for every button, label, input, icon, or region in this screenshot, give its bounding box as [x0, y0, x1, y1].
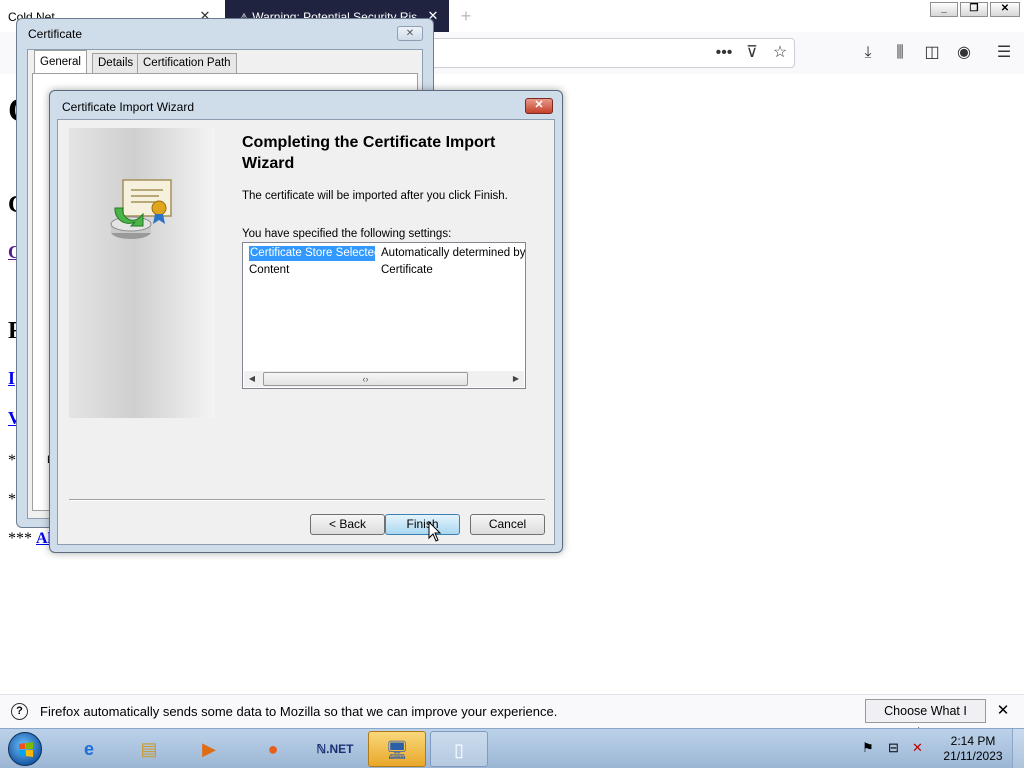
wizard-heading: Completing the Certificate Import Wizard — [242, 134, 496, 172]
document-icon[interactable]: ▯ — [430, 731, 488, 767]
certificate-close-button[interactable]: ✕ — [397, 26, 423, 41]
page-bullet-2: * — [8, 491, 16, 508]
clock-time: 2:14 PM — [950, 734, 996, 748]
account-icon[interactable]: ◉ — [950, 39, 978, 67]
windows-logo-icon — [19, 742, 33, 757]
settings-row-content-key[interactable]: Content — [249, 263, 289, 278]
certificate-dialog-title: Certificate — [28, 27, 83, 41]
cancel-button[interactable]: Cancel — [470, 514, 545, 535]
help-icon: ? — [11, 703, 28, 720]
settings-list[interactable]: Certificate Store Selected Automatically… — [242, 242, 526, 389]
finish-button[interactable]: Finish — [385, 514, 460, 535]
clock[interactable]: 2:14 PM 21/11/2023 — [938, 734, 1008, 764]
sidebar-icon[interactable]: ◫ — [918, 39, 946, 67]
tab-certification-path[interactable]: Certification Path — [137, 53, 237, 73]
horizontal-scrollbar[interactable]: ◀ ‹› ▶ — [244, 371, 524, 387]
dotnet-icon[interactable]: ℕ.NET — [306, 731, 364, 767]
wizard-intro-text: The certificate will be imported after y… — [242, 190, 508, 202]
clock-date: 21/11/2023 — [943, 749, 1003, 763]
wizard-title: Certificate Import Wizard — [62, 100, 195, 114]
wizard-divider — [69, 499, 545, 501]
scroll-left-icon[interactable]: ◀ — [246, 373, 258, 385]
network-icon[interactable]: ⊟ — [888, 740, 899, 756]
mouse-cursor-icon — [428, 521, 442, 542]
wizard-side-banner — [69, 128, 215, 418]
show-desktop-button[interactable] — [1012, 729, 1024, 768]
library-icon[interactable]: ⫼ — [886, 39, 914, 67]
wizard-close-button[interactable]: ✕ — [525, 98, 553, 114]
certificate-import-icon — [110, 179, 172, 239]
taskbar: e ▤ ▶ ● ℕ.NET 🖥 ▯ ⚑ ⊟ ✕ 2:14 PM 21/11/20… — [0, 728, 1024, 768]
minimize-button[interactable]: _ — [930, 2, 958, 17]
settings-label: You have specified the following setting… — [242, 228, 452, 240]
back-button[interactable]: < Back — [310, 514, 385, 535]
downloads-icon[interactable]: ⤓ — [854, 39, 882, 67]
new-tab-icon[interactable]: + — [456, 4, 476, 28]
pocket-icon[interactable]: ⊽ — [738, 39, 766, 67]
close-window-button[interactable]: ✕ — [990, 2, 1020, 17]
start-button[interactable] — [8, 732, 42, 766]
wizard-body: Completing the Certificate Import Wizard… — [57, 119, 555, 545]
notification-text: Firefox automatically sends some data to… — [40, 704, 558, 719]
media-player-icon[interactable]: ▶ — [180, 731, 238, 767]
volume-muted-icon[interactable]: ✕ — [912, 740, 923, 756]
file-explorer-icon[interactable]: ▤ — [120, 731, 178, 767]
tab-general[interactable]: General — [34, 50, 87, 74]
menu-icon[interactable]: ☰ — [990, 39, 1018, 67]
restore-button[interactable]: ❐ — [960, 2, 988, 17]
bookmark-star-icon[interactable]: ☆ — [766, 39, 794, 67]
settings-row-content-value: Certificate — [381, 264, 433, 276]
bullet-prefix: *** — [8, 530, 32, 547]
action-center-flag-icon[interactable]: ⚑ — [862, 740, 874, 756]
settings-row-store-key[interactable]: Certificate Store Selected — [249, 246, 375, 261]
scroll-right-icon[interactable]: ▶ — [510, 373, 522, 385]
page-actions-icon[interactable]: ••• — [710, 39, 738, 67]
settings-row-store-value: Automatically determined by t — [381, 247, 525, 259]
telemetry-notification-bar: ? Firefox automatically sends some data … — [0, 694, 1024, 740]
notification-close-icon[interactable]: ✕ — [992, 700, 1014, 722]
firefox-icon[interactable]: ● — [244, 731, 302, 767]
certificate-import-wizard: Certificate Import Wizard ✕ Completing t… — [49, 90, 563, 553]
certificate-manager-icon[interactable]: 🖥 — [368, 731, 426, 767]
scroll-thumb[interactable]: ‹› — [263, 372, 468, 386]
page-link-2[interactable]: I — [8, 368, 15, 389]
tab-details[interactable]: Details — [92, 53, 140, 73]
page-bullet-3: *** Al — [8, 530, 52, 548]
internet-explorer-icon[interactable]: e — [60, 731, 118, 767]
page-bullet-1: * — [8, 452, 16, 469]
choose-what-i-share-button[interactable]: Choose What I Share — [865, 699, 986, 740]
